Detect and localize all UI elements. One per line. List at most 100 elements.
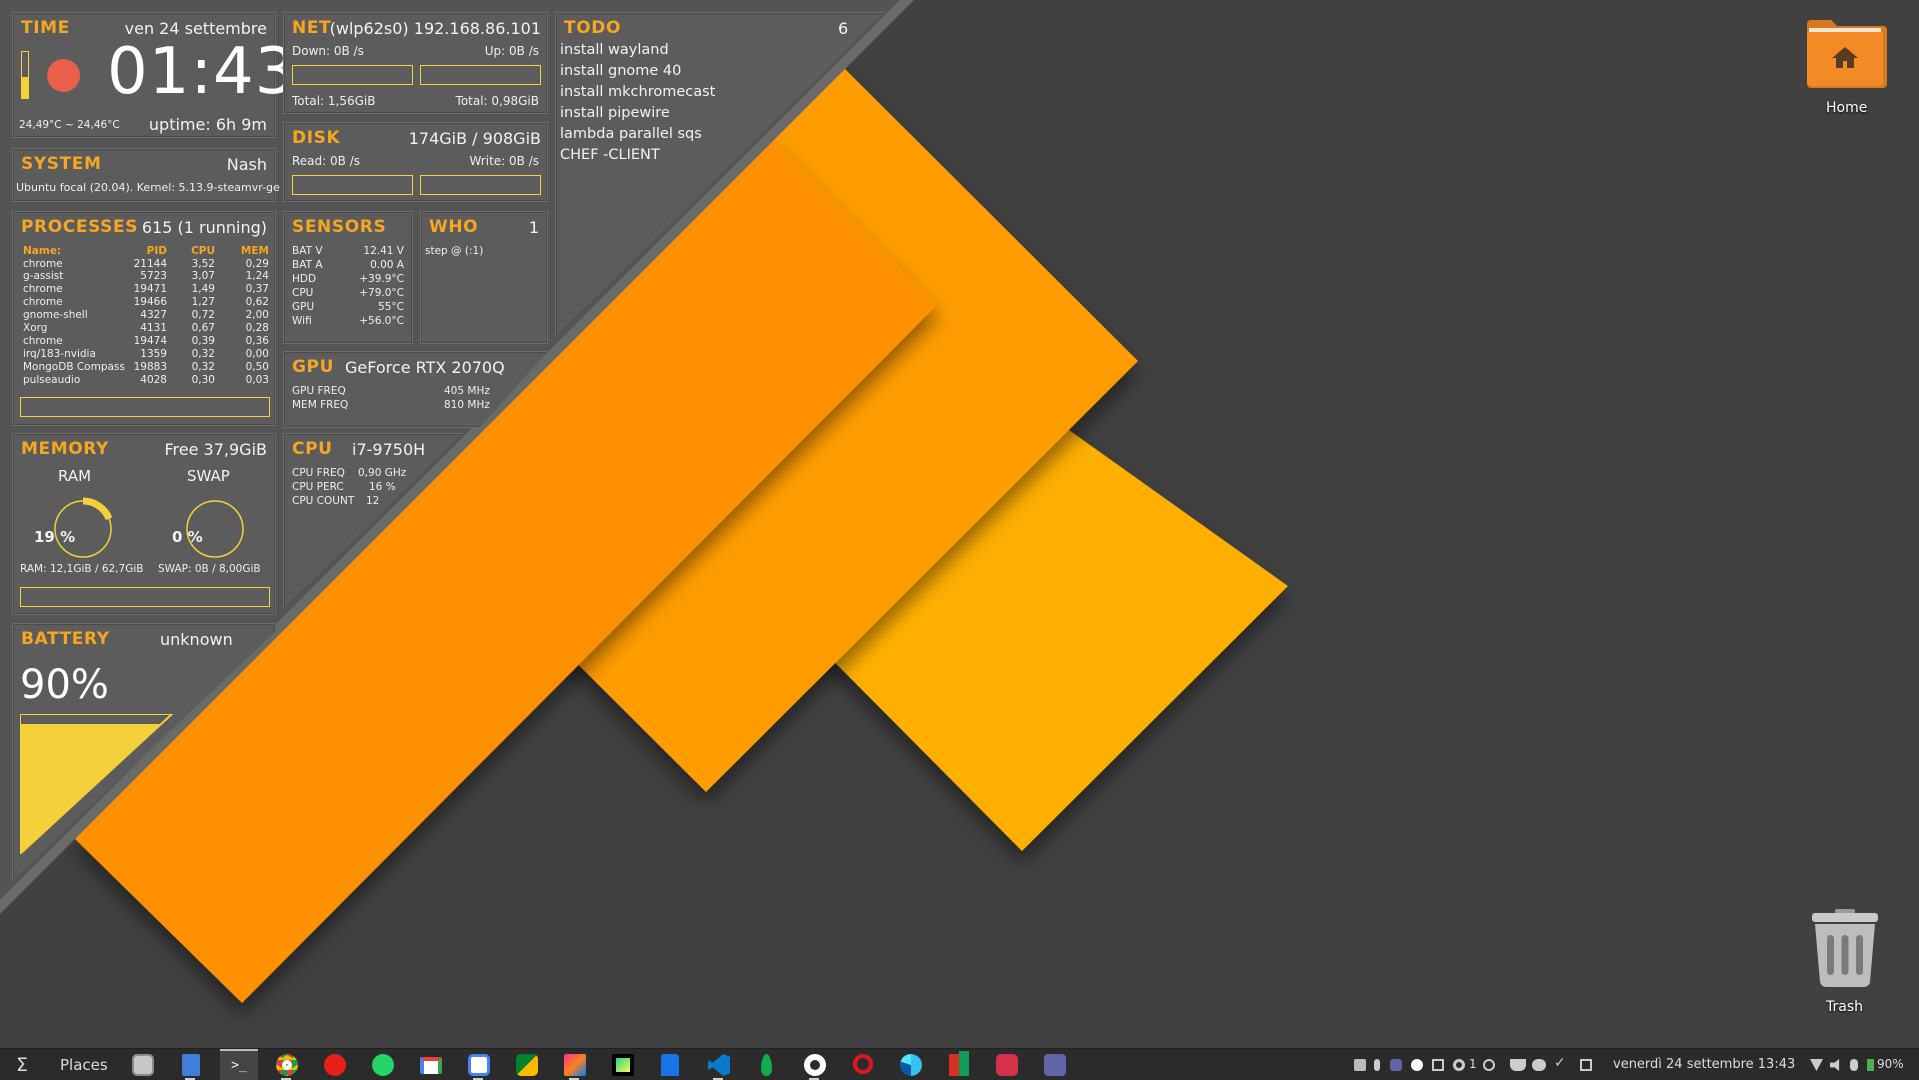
swap-detail: SWAP: 0B / 8,00GiB: [158, 563, 261, 575]
clipboard-tray-icon[interactable]: [1354, 1059, 1366, 1071]
who-panel: WHO 1 step @ (:1): [420, 211, 548, 344]
system-panel: SYSTEM Nash Ubuntu focal (20.04). Kernel…: [12, 148, 280, 202]
gpu-panel: GPU GeForce RTX 2070Q GPU FREQ 405 MHz M…: [283, 351, 548, 428]
volume-tray-icon[interactable]: [1830, 1059, 1840, 1071]
taskbar-app-robinhood[interactable]: [946, 1049, 972, 1080]
ram-label: RAM: [58, 467, 92, 485]
places-menu[interactable]: Places: [60, 1056, 108, 1074]
memory-usage-bar: [20, 587, 270, 607]
taskbar-app-speaker-deck[interactable]: [994, 1049, 1020, 1080]
process-pid: 4327: [140, 309, 167, 322]
table-row: gnome-shell 4327 0,72 2,00: [23, 309, 269, 322]
gpu-stat-value: 810 MHz: [444, 399, 490, 411]
taskbar-app-github[interactable]: [802, 1049, 828, 1080]
home-desktop-icon[interactable]: Home: [1790, 12, 1900, 122]
taskbar-app-terminal[interactable]: >_: [220, 1049, 258, 1080]
table-row: chrome 19471 1,49 0,37: [23, 283, 269, 296]
ram-percent: 19 %: [34, 528, 76, 546]
cloud-tray-icon[interactable]: [1532, 1059, 1546, 1071]
link-tray-icon[interactable]: [1483, 1059, 1495, 1071]
table-row: MongoDB Compass 19883 0,32 0,50: [23, 361, 269, 374]
taskbar-app-teams[interactable]: [1042, 1049, 1068, 1080]
disk-read-bar: [292, 175, 413, 195]
docker-tray-icon[interactable]: [1510, 1059, 1526, 1071]
table-row: pulseaudio 4028 0,30 0,03: [23, 374, 269, 387]
cpu-stat-value: 12: [366, 495, 380, 507]
clipboard-manager-tray-icon[interactable]: [1580, 1059, 1592, 1071]
bluetooth-tray-icon[interactable]: [1374, 1059, 1380, 1071]
todo-title: TODO: [564, 18, 622, 38]
battery-tray-icon[interactable]: [1867, 1059, 1874, 1071]
battery-level-fill: [20, 724, 162, 854]
hostname: Nash: [226, 155, 267, 174]
teams-icon: [1044, 1054, 1066, 1076]
taskbar-app-pycharm[interactable]: [610, 1049, 636, 1080]
taskbar-app-gmail[interactable]: [418, 1049, 444, 1080]
process-cpu: 0,39: [191, 334, 215, 347]
cpu-title: CPU: [292, 439, 333, 459]
check-tray-icon[interactable]: ✓: [1554, 1055, 1566, 1071]
table-row: chrome 21144 3,52 0,29: [23, 258, 269, 271]
taskbar-app-youtube-music[interactable]: [322, 1049, 348, 1080]
taskbar-app-files[interactable]: [130, 1049, 156, 1080]
terminal-icon: >_: [231, 1058, 247, 1073]
sensor-label: CPU: [292, 287, 314, 299]
text-editor-icon: [182, 1054, 200, 1076]
process-mem: 0,28: [245, 322, 269, 335]
disk-write-bar: [420, 175, 541, 195]
process-mem: 0,36: [245, 334, 269, 347]
process-mem: 1,24: [245, 270, 269, 283]
trash-label: Trash: [1826, 999, 1863, 1015]
taskbar-app-vscode[interactable]: [706, 1049, 732, 1080]
todo-item: install pipewire: [560, 105, 670, 121]
workspace-count: 1: [1469, 1057, 1477, 1071]
process-pid: 21144: [133, 257, 167, 270]
process-mem: 0,00: [245, 347, 269, 360]
taskbar-app-text-editor[interactable]: [178, 1049, 204, 1080]
who-count: 1: [528, 218, 539, 237]
mongodb-tray-icon[interactable]: [1411, 1059, 1423, 1071]
process-pid: 19471: [133, 283, 167, 296]
taskbar-app-mongodb[interactable]: [754, 1049, 780, 1080]
taskbar-app-whatsapp[interactable]: [370, 1049, 396, 1080]
processes-panel: PROCESSES 615 (1 running) Name: PID CPU …: [12, 211, 276, 426]
sensor-value: +56.0°C: [359, 315, 404, 327]
process-pid: 19466: [133, 296, 167, 309]
taskbar-app-meet[interactable]: [514, 1049, 540, 1080]
taskbar-app-opera[interactable]: [850, 1049, 876, 1080]
chrome-icon: [276, 1054, 298, 1076]
battery-level-wedge: [20, 714, 175, 854]
taskbar-app-chrome[interactable]: [274, 1049, 300, 1080]
process-name: chrome: [23, 334, 63, 347]
microphone-tray-icon[interactable]: [1850, 1059, 1858, 1071]
show-desktop-button[interactable]: Σ: [6, 1049, 38, 1080]
sensor-value: 0.00 A: [370, 259, 404, 271]
process-mem: 2,00: [245, 309, 269, 322]
wifi-tray-icon[interactable]: [1810, 1059, 1823, 1071]
who-title: WHO: [429, 217, 479, 237]
teams-tray-icon[interactable]: [1390, 1059, 1402, 1071]
process-pid: 4131: [140, 322, 167, 335]
taskbar-clock[interactable]: venerdì 24 settembre 13:43: [1613, 1057, 1795, 1072]
net-title: NET: [292, 18, 332, 38]
trash-desktop-icon[interactable]: Trash: [1790, 905, 1900, 1015]
sensor-value: +79.0°C: [359, 287, 404, 299]
robinhood-icon: [949, 1054, 959, 1076]
taskbar-app-jetbrains[interactable]: [562, 1049, 588, 1080]
calendar-icon: [468, 1054, 490, 1076]
record-dot-icon: [47, 59, 80, 92]
screenshot-tray-icon[interactable]: [1432, 1059, 1444, 1071]
process-cpu: 0,32: [191, 347, 215, 360]
sensors-panel: SENSORS BAT V 12.41 V BAT A 0.00 A HDD +…: [283, 211, 413, 344]
taskbar-app-calendar[interactable]: [466, 1049, 492, 1080]
clock-display: 01:43: [107, 35, 297, 109]
process-pid: 19474: [133, 334, 167, 347]
process-name: chrome: [23, 257, 63, 270]
temperature-range: 24,49°C ~ 24,46°C: [19, 119, 120, 131]
process-name: gnome-shell: [23, 309, 88, 322]
taskbar-app-mongodb-compass[interactable]: [658, 1049, 684, 1080]
home-label: Home: [1826, 100, 1868, 116]
sensor-value: 55°C: [378, 301, 404, 313]
gear-tray-icon[interactable]: [1453, 1059, 1465, 1071]
taskbar-app-edge[interactable]: [898, 1049, 924, 1080]
